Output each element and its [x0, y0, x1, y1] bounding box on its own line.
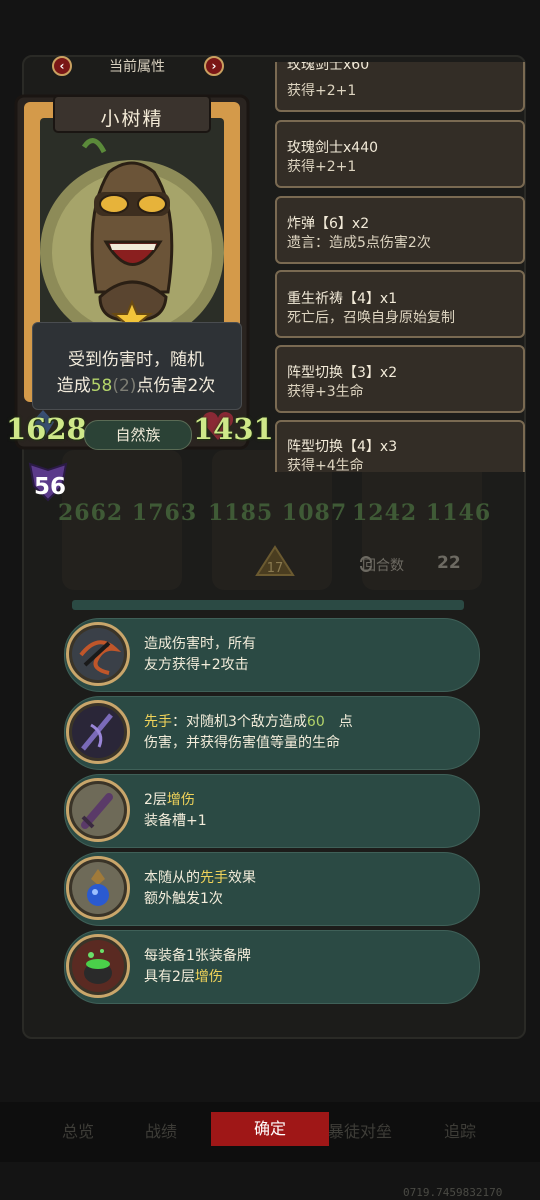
hero-health: 1431 [193, 412, 274, 446]
next-button[interactable]: › [204, 56, 224, 76]
desc-text: 点伤害2次 [136, 376, 216, 396]
skill-line: 额外触发1次 [144, 891, 223, 907]
skill-line: 造成伤害时，所有 [144, 636, 256, 652]
item-list[interactable]: 玫瑰剑士x60 获得+2+1 玫瑰剑士x440 获得+2+1 炸弹【6】x2 遗… [275, 62, 525, 472]
dark-blade-icon [66, 700, 130, 764]
sword-icon [66, 778, 130, 842]
skill-line: 伤害，并获得伤害值等量的生命 [144, 735, 340, 751]
keyword-damage-boost: 增伤 [194, 969, 223, 985]
item-title: 阵型切换【4】x3 [287, 439, 398, 455]
blue-orb-icon [66, 856, 130, 920]
skill-value: 60 [306, 714, 325, 730]
desc-bonus-value: (2) [112, 376, 137, 396]
keyword-first-strike: 先手 [200, 870, 228, 886]
desc-text: 造成 [56, 376, 91, 396]
skill-text: 造成伤害时，所有 友方获得+2攻击 [144, 634, 256, 676]
item-desc: 获得+2+1 [287, 159, 357, 175]
skill-text: 先手：对随机3个敌方造成60 点 伤害，并获得伤害值等量的生命 [144, 712, 353, 754]
skill-text: 每装备1张装备牌 具有2层增伤 [144, 946, 251, 988]
vortex-icon [66, 622, 130, 686]
turn-count-value: 22 [437, 553, 461, 573]
item-desc: 死亡后，召唤自身原始复制 [287, 310, 455, 326]
hero-name: 小树精 [100, 108, 164, 130]
skill-line: ：对随机3个敌方造成 [172, 714, 307, 730]
tab-record[interactable]: 战绩 [145, 1118, 177, 1142]
keyword-first-strike: 先手 [144, 714, 172, 730]
item-title: 玫瑰剑士x440 [287, 140, 379, 156]
skill-line: 2层 [144, 792, 167, 808]
item-title: 阵型切换【3】x2 [287, 365, 398, 381]
chevron-right-icon: › [211, 59, 217, 73]
tab-versus[interactable]: 暴徒对垒 [328, 1118, 392, 1142]
chevron-left-icon: ‹ [59, 59, 65, 73]
turn-count-label: 回合数 [362, 558, 404, 574]
skill-line: 友方获得+2攻击 [144, 657, 249, 673]
build-version: 0719.7459832170 [403, 1186, 503, 1199]
tier-badge-icon: 17 [255, 545, 295, 576]
item-desc: 遗言：造成5点伤害2次 [287, 235, 431, 251]
page-title: 当前属性 [109, 59, 165, 75]
board-minion-stats: 1185 1087 [208, 500, 348, 526]
skill-line: 效果 [228, 870, 256, 886]
skill-line: 每装备1张装备牌 [144, 948, 251, 964]
item-desc: 获得+3生命 [287, 384, 364, 400]
skill-line: 本随从的 [144, 870, 200, 886]
desc-damage-value: 58 [90, 376, 113, 396]
board-minion-stats: 2662 1763 [58, 500, 198, 526]
skill-line: 具有2层 [144, 969, 195, 985]
confirm-button[interactable]: 确定 [211, 1112, 329, 1146]
skill-text: 本随从的先手效果 额外触发1次 [144, 868, 256, 910]
skill-text: 2层增伤 装备槽+1 [144, 790, 207, 832]
prev-button[interactable]: ‹ [52, 56, 72, 76]
skill-line: 装备槽+1 [144, 813, 207, 829]
keyword-damage-boost: 增伤 [166, 792, 195, 808]
hero-attack: 1628 [6, 412, 87, 446]
hero-tier-value: 56 [33, 474, 66, 500]
tab-overview[interactable]: 总览 [62, 1118, 94, 1142]
hero-desc-line2: 造成58(2)点伤害2次 [32, 371, 240, 396]
board-minion-stats: 1242 1146 [352, 500, 492, 526]
item-desc: 获得+2+1 [287, 83, 357, 99]
tab-track[interactable]: 追踪 [444, 1118, 476, 1142]
skill-panel-top [72, 600, 464, 610]
badge-value: 17 [267, 561, 284, 576]
skill-line: 点 [338, 714, 353, 730]
item-desc: 获得+4生命 [287, 458, 364, 472]
potion-cauldron-icon [66, 934, 130, 998]
hero-tribe-badge: 自然族 [84, 420, 192, 450]
item-title: 玫瑰剑士x60 [287, 62, 370, 73]
item-title: 重生祈祷【4】x1 [287, 291, 398, 307]
item-title: 炸弹【6】x2 [287, 216, 370, 232]
hero-desc-line1: 受到伤害时，随机 [68, 350, 204, 370]
